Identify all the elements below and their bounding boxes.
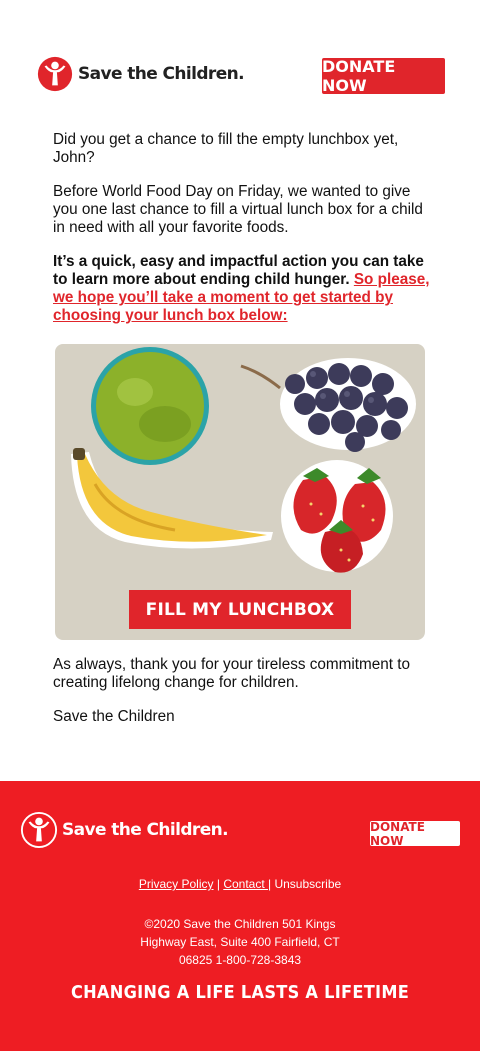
contact-link[interactable]: Contact [223, 877, 268, 891]
logo-wordmark: Save the Children. [78, 64, 245, 84]
footer-logo-wordmark: Save the Children. [62, 820, 229, 840]
footer-links: Privacy Policy | Contact | Unsubscribe [0, 877, 480, 891]
donate-now-button[interactable]: DONATE NOW [322, 57, 445, 95]
lunchbox-hero-image[interactable]: FILL MY LUNCHBOX [55, 344, 425, 640]
grapes-icon [240, 358, 416, 452]
address-line: ©2020 Save the Children 501 Kings [144, 917, 336, 931]
child-figure-icon [37, 56, 73, 92]
address-line: Highway East, Suite 400 Fairfield, CT [140, 935, 340, 949]
intro-paragraph: Before World Food Day on Friday, we want… [53, 183, 423, 236]
unsubscribe-link[interactable]: Unsubscribe [274, 877, 341, 891]
footer-donate-now-button[interactable]: DONATE NOW [370, 820, 460, 848]
privacy-policy-link[interactable]: Privacy Policy [139, 877, 214, 891]
banana-icon [71, 448, 273, 549]
greeting-paragraph: Did you get a chance to fill the empty l… [53, 131, 399, 166]
address-line: 06825 1-800-728-3843 [178, 953, 302, 967]
email-footer: Save the Children. DONATE NOW Privacy Po… [0, 781, 480, 1051]
call-to-action-paragraph: It’s a quick, easy and impactful action … [53, 253, 431, 325]
thank-you-paragraph: As always, thank you for your tireless c… [53, 656, 411, 691]
strawberries-icon [281, 460, 393, 573]
footer-tagline: CHANGING A LIFE LASTS A LIFETIME [70, 982, 410, 1003]
fill-my-lunchbox-button[interactable]: FILL MY LUNCHBOX [129, 590, 351, 629]
child-figure-icon [20, 811, 58, 849]
save-the-children-logo[interactable]: Save the Children. [36, 54, 245, 94]
footer-logo[interactable]: Save the Children. [20, 810, 229, 850]
signoff: Save the Children [53, 708, 175, 725]
footer-address: ©2020 Save the Children 501 Kings Highwa… [0, 915, 480, 969]
email-header: Save the Children. DONATE NOW [0, 0, 480, 120]
apple-icon [91, 347, 209, 465]
closing-section: As always, thank you for your tireless c… [53, 656, 443, 742]
link-separator: | [213, 877, 224, 891]
email-body: Did you get a chance to fill the empty l… [53, 131, 431, 341]
